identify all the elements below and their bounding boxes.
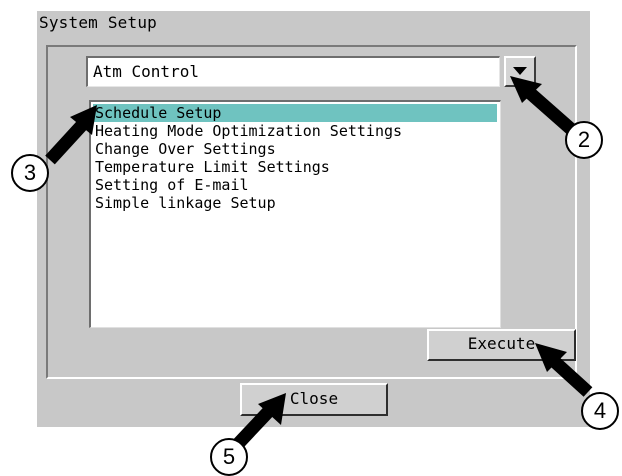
callout-arrow-icon: [535, 343, 593, 397]
callout-5: 5: [210, 438, 248, 476]
callout-2: 2: [565, 121, 603, 159]
callout-arrows: [45, 76, 593, 450]
callout-arrow-icon: [510, 76, 577, 135]
callout-3: 3: [11, 154, 49, 192]
callout-arrow-icon: [232, 393, 286, 450]
callout-4: 4: [581, 392, 619, 430]
callout-arrow-icon: [45, 105, 97, 165]
